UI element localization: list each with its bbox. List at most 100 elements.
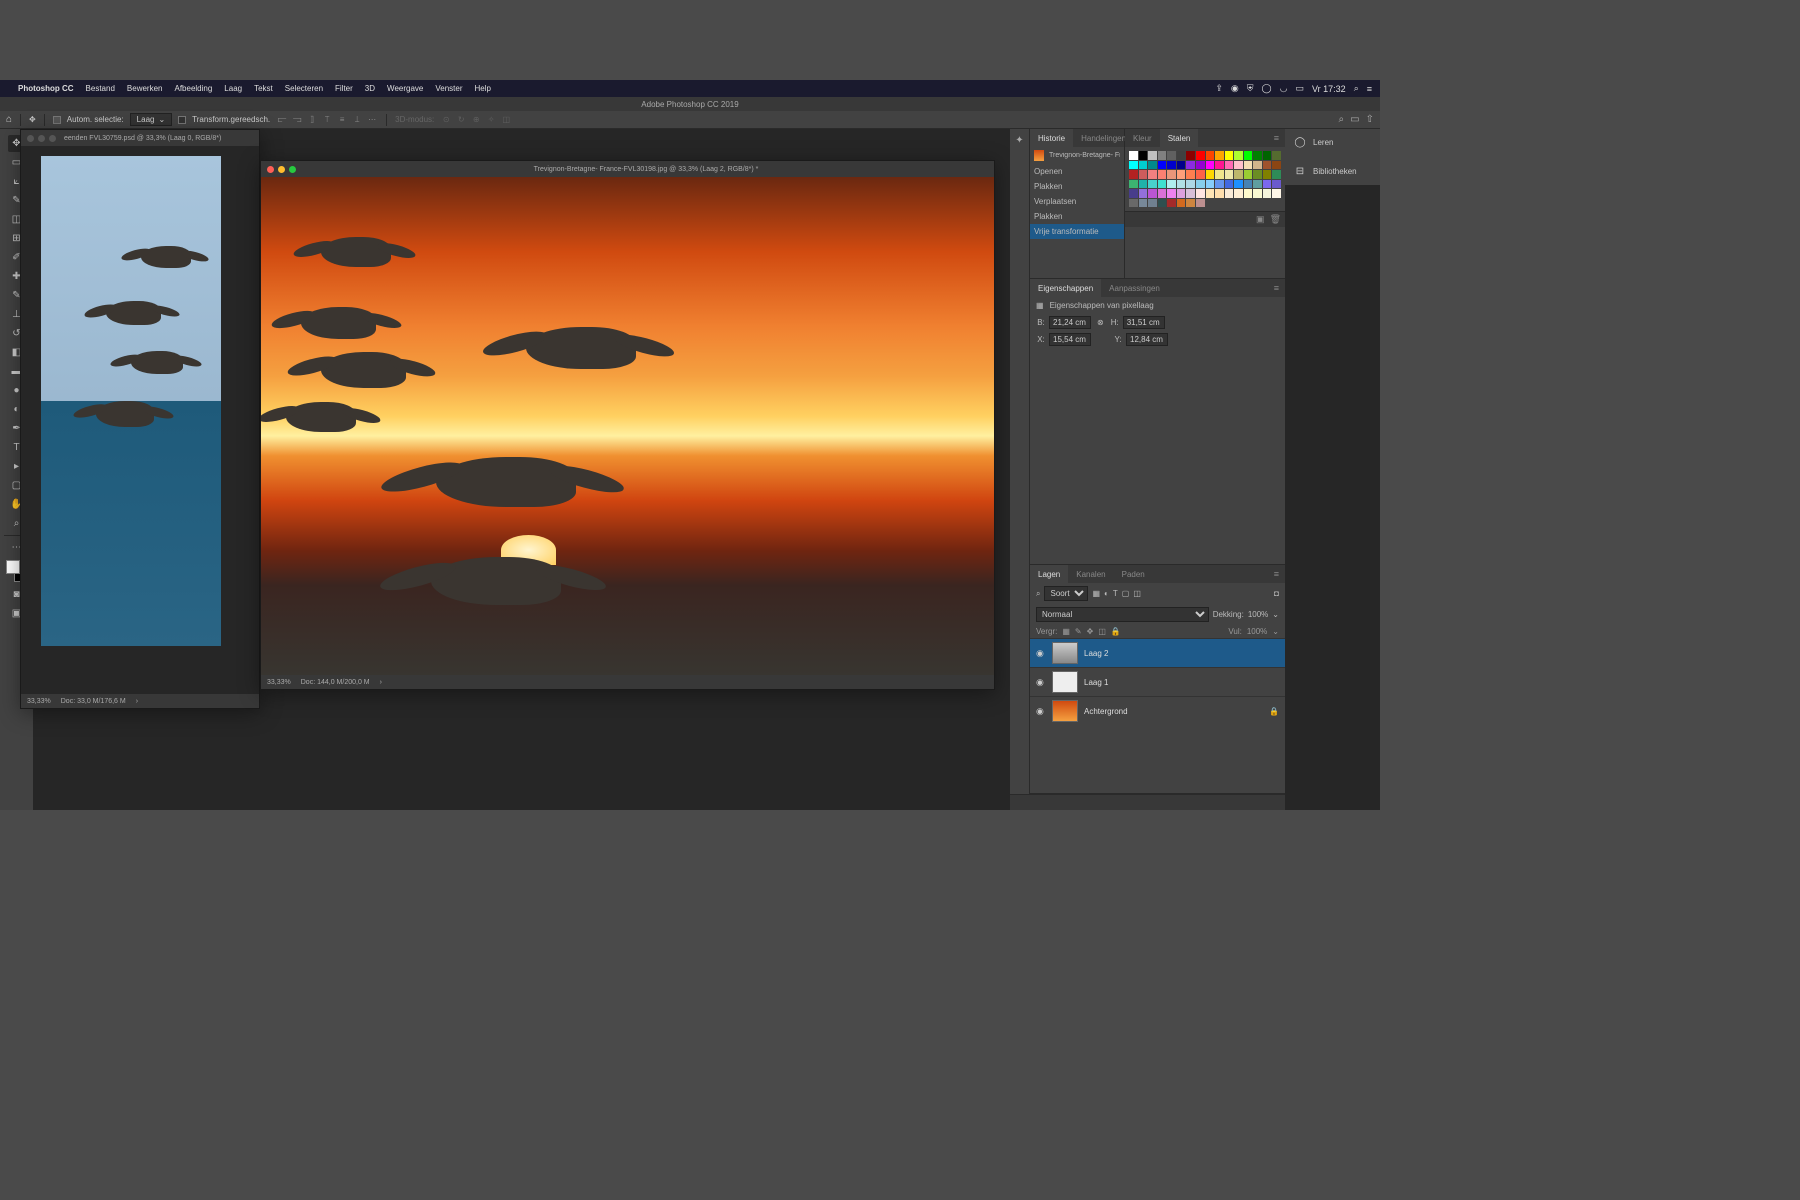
filter-shape-icon[interactable]: ▢ bbox=[1122, 589, 1130, 598]
layer-row[interactable]: ◉ Laag 2 bbox=[1030, 638, 1285, 667]
swatch[interactable] bbox=[1148, 170, 1157, 179]
workspace-icon[interactable]: ▭ bbox=[1350, 114, 1359, 125]
doc2-canvas[interactable] bbox=[261, 177, 994, 675]
swatch[interactable] bbox=[1148, 151, 1157, 160]
doc2-docsize[interactable]: Doc: 144,0 M/200,0 M bbox=[301, 679, 370, 686]
doc1-zoom[interactable]: 33,33% bbox=[27, 698, 51, 705]
align-right-icon[interactable]: ⟧ bbox=[306, 114, 318, 126]
swatch[interactable] bbox=[1234, 161, 1243, 170]
swatch[interactable] bbox=[1225, 189, 1234, 198]
swatch[interactable] bbox=[1225, 180, 1234, 189]
swatch[interactable] bbox=[1206, 170, 1215, 179]
swatch[interactable] bbox=[1263, 189, 1272, 198]
swatch[interactable] bbox=[1167, 151, 1176, 160]
swatch[interactable] bbox=[1206, 151, 1215, 160]
menu-filter[interactable]: Filter bbox=[335, 84, 353, 93]
x-field[interactable] bbox=[1049, 333, 1091, 346]
swatch[interactable] bbox=[1206, 161, 1215, 170]
new-swatch-icon[interactable]: ▣ bbox=[1256, 214, 1265, 225]
swatch[interactable] bbox=[1177, 161, 1186, 170]
cc-icon[interactable]: ◉ bbox=[1231, 83, 1239, 94]
history-step[interactable]: Openen bbox=[1030, 164, 1124, 179]
swatch[interactable] bbox=[1139, 189, 1148, 198]
align-hcenter-icon[interactable]: ⫎ bbox=[291, 114, 303, 126]
filter-adj-icon[interactable]: ◐ bbox=[1104, 589, 1109, 598]
swatch[interactable] bbox=[1186, 180, 1195, 189]
swatches-tab[interactable]: Stalen bbox=[1160, 129, 1199, 147]
search-icon[interactable]: ⌕ bbox=[1339, 114, 1345, 125]
lock-nest-icon[interactable]: ◫ bbox=[1098, 627, 1106, 636]
height-field[interactable] bbox=[1123, 316, 1165, 329]
swatch[interactable] bbox=[1234, 170, 1243, 179]
layer-row[interactable]: ◉ Laag 1 bbox=[1030, 667, 1285, 696]
swatch[interactable] bbox=[1158, 151, 1167, 160]
swatch[interactable] bbox=[1186, 151, 1195, 160]
app-name[interactable]: Photoshop CC bbox=[18, 84, 74, 93]
auto-select-target[interactable]: Laag⌄ bbox=[130, 113, 173, 126]
doc2-zoom[interactable]: 33,33% bbox=[267, 679, 291, 686]
swatch[interactable] bbox=[1244, 189, 1253, 198]
menu-text[interactable]: Tekst bbox=[254, 84, 273, 93]
swatch[interactable] bbox=[1253, 151, 1262, 160]
swatch[interactable] bbox=[1177, 189, 1186, 198]
swatch[interactable] bbox=[1196, 180, 1205, 189]
swatch[interactable] bbox=[1272, 151, 1281, 160]
swatch[interactable] bbox=[1139, 161, 1148, 170]
swatch[interactable] bbox=[1234, 180, 1243, 189]
swatch[interactable] bbox=[1177, 151, 1186, 160]
swatch[interactable] bbox=[1158, 199, 1167, 208]
shield-icon[interactable]: ⛨ bbox=[1247, 83, 1254, 94]
document-window-1[interactable]: eenden FVL30759.psd @ 33,3% (Laag 0, RGB… bbox=[20, 129, 260, 709]
color-tab[interactable]: Kleur bbox=[1125, 129, 1160, 147]
layers-menu-icon[interactable]: ≡ bbox=[1268, 569, 1285, 579]
link-icon[interactable]: ⊗ bbox=[1097, 318, 1104, 327]
swatch[interactable] bbox=[1186, 161, 1195, 170]
history-tab[interactable]: Historie bbox=[1030, 129, 1073, 147]
menu-layer[interactable]: Laag bbox=[224, 84, 242, 93]
blend-mode[interactable]: Normaal bbox=[1036, 607, 1209, 622]
swatch[interactable] bbox=[1139, 170, 1148, 179]
swatch[interactable] bbox=[1139, 199, 1148, 208]
filter-kind[interactable]: Soort bbox=[1044, 586, 1088, 601]
swatch[interactable] bbox=[1206, 189, 1215, 198]
layers-tab[interactable]: Lagen bbox=[1030, 565, 1068, 583]
swatch[interactable] bbox=[1244, 170, 1253, 179]
visibility-icon[interactable]: ◉ bbox=[1036, 677, 1046, 688]
swatch[interactable] bbox=[1272, 189, 1281, 198]
swatch[interactable] bbox=[1225, 170, 1234, 179]
history-step[interactable]: Verplaatsen bbox=[1030, 194, 1124, 209]
swatch[interactable] bbox=[1244, 180, 1253, 189]
history-snapshot[interactable]: Trevignon-Bretagne- France-F... bbox=[1030, 147, 1124, 164]
swatch[interactable] bbox=[1215, 180, 1224, 189]
menu-view[interactable]: Weergave bbox=[387, 84, 423, 93]
swatch[interactable] bbox=[1196, 161, 1205, 170]
align-top-icon[interactable]: ⟙ bbox=[321, 114, 333, 126]
layer-thumb[interactable] bbox=[1052, 700, 1078, 722]
distribute-icon[interactable]: ⋯ bbox=[366, 114, 378, 126]
history-step[interactable]: Plakken bbox=[1030, 209, 1124, 224]
swatch[interactable] bbox=[1263, 180, 1272, 189]
swatch[interactable] bbox=[1234, 151, 1243, 160]
swatch[interactable] bbox=[1148, 199, 1157, 208]
swatch[interactable] bbox=[1167, 180, 1176, 189]
paths-tab[interactable]: Paden bbox=[1114, 565, 1153, 583]
swatch[interactable] bbox=[1215, 189, 1224, 198]
swatch[interactable] bbox=[1139, 151, 1148, 160]
swatch[interactable] bbox=[1225, 151, 1234, 160]
lock-trans-icon[interactable]: ▦ bbox=[1062, 627, 1070, 636]
swatch[interactable] bbox=[1167, 189, 1176, 198]
lock-paint-icon[interactable]: ✎ bbox=[1075, 627, 1082, 636]
swatch[interactable] bbox=[1244, 161, 1253, 170]
clock[interactable]: Vr 17:32 bbox=[1312, 84, 1346, 94]
menu-window[interactable]: Venster bbox=[435, 84, 462, 93]
menu-3d[interactable]: 3D bbox=[365, 84, 375, 93]
swatch[interactable] bbox=[1215, 161, 1224, 170]
width-field[interactable] bbox=[1049, 316, 1091, 329]
doc1-docsize[interactable]: Doc: 33,0 M/176,6 M bbox=[61, 698, 126, 705]
swatch[interactable] bbox=[1167, 170, 1176, 179]
swatch[interactable] bbox=[1215, 170, 1224, 179]
foreground-color[interactable] bbox=[6, 560, 20, 574]
swatch[interactable] bbox=[1263, 151, 1272, 160]
swatch[interactable] bbox=[1158, 189, 1167, 198]
align-vcenter-icon[interactable]: ≡ bbox=[336, 114, 348, 126]
